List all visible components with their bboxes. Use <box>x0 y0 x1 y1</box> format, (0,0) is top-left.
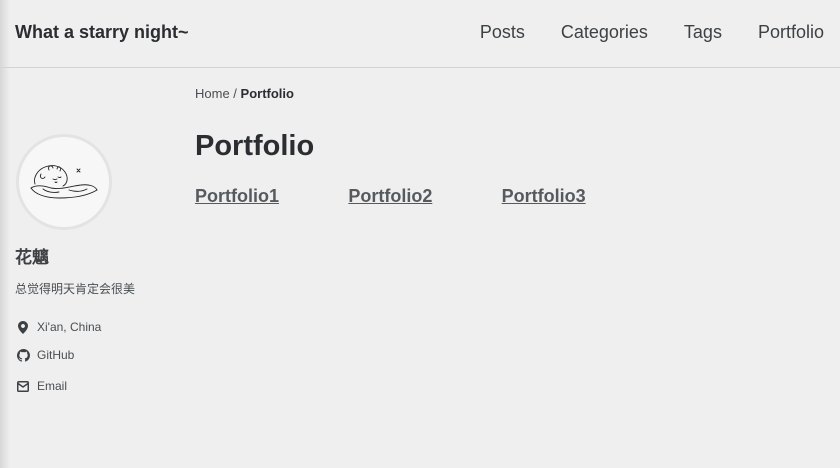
breadcrumb: Home / Portfolio <box>195 86 294 101</box>
page-title: Portfolio <box>195 130 315 162</box>
portfolio-list: Portfolio1 Portfolio2 Portfolio3 <box>195 186 655 207</box>
github-link[interactable]: GitHub <box>37 348 74 362</box>
sleeping-sketch-avatar <box>30 165 98 199</box>
main-nav: Posts Categories Tags Portfolio <box>444 22 824 43</box>
author-bio: 总觉得明天肯定会很美 <box>15 282 136 296</box>
email-link[interactable]: Email <box>37 379 67 393</box>
nav-item-categories[interactable]: Categories <box>561 22 648 43</box>
map-marker-icon <box>16 320 30 334</box>
author-links: Xi'an, China GitHub Email <box>16 318 101 395</box>
site-title[interactable]: What a starry night~ <box>15 22 189 43</box>
author-email[interactable]: Email <box>16 377 101 395</box>
breadcrumb-separator: / <box>229 86 241 101</box>
author-location: Xi'an, China <box>16 318 101 336</box>
portfolio-link-3[interactable]: Portfolio3 <box>502 186 655 207</box>
github-icon <box>16 348 30 362</box>
breadcrumb-home[interactable]: Home <box>195 86 230 101</box>
page: What a starry night~ Posts Categories Ta… <box>0 0 840 468</box>
breadcrumb-current: Portfolio <box>240 86 294 101</box>
masthead: What a starry night~ Posts Categories Ta… <box>0 0 840 68</box>
location-label: Xi'an, China <box>37 320 102 334</box>
nav-item-portfolio[interactable]: Portfolio <box>758 22 824 43</box>
avatar <box>16 134 112 230</box>
nav-item-posts[interactable]: Posts <box>480 22 525 43</box>
envelope-icon <box>16 379 30 393</box>
portfolio-link-1[interactable]: Portfolio1 <box>195 186 348 207</box>
portfolio-link-2[interactable]: Portfolio2 <box>348 186 501 207</box>
author-name: 花魑 <box>15 248 49 267</box>
left-edge-shadow <box>0 0 10 468</box>
author-github[interactable]: GitHub <box>16 346 101 364</box>
nav-item-tags[interactable]: Tags <box>684 22 722 43</box>
